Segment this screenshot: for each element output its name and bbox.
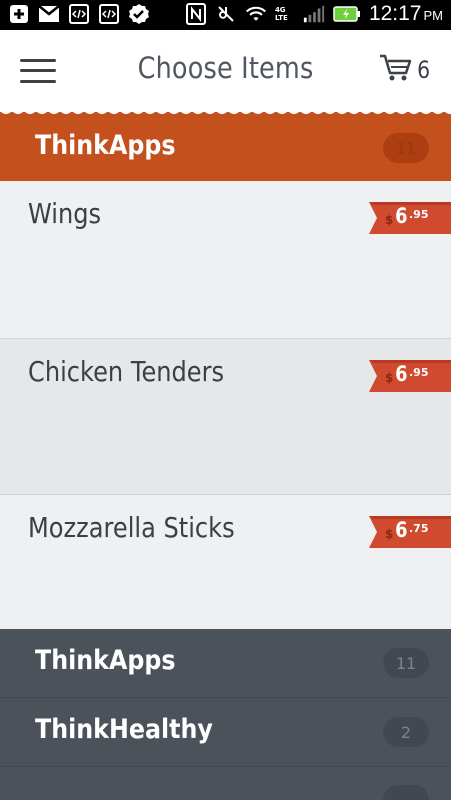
- section-count-badge: 2: [383, 717, 429, 747]
- price-tag: $ 6 .95: [369, 357, 451, 395]
- section-title: ThinkHealthy: [35, 714, 213, 745]
- section-count-badge: 11: [383, 133, 429, 163]
- menu-item[interactable]: Chicken Tenders $ 6 .95: [0, 339, 451, 495]
- app-header: Choose Items 6: [0, 30, 451, 114]
- page-title: Choose Items: [137, 51, 314, 85]
- item-name: Mozzarella Sticks: [28, 511, 235, 544]
- section-title: ThinkApps: [35, 130, 176, 161]
- menu-item[interactable]: Wings $ 6 .95: [0, 181, 451, 339]
- network-label: 4G LTE: [274, 6, 288, 22]
- section-header-active[interactable]: ThinkApps 11: [0, 112, 451, 181]
- signal-icon: [303, 4, 325, 24]
- cart-icon: [379, 53, 413, 87]
- cart-count: 6: [416, 56, 430, 84]
- item-name: Wings: [28, 197, 102, 230]
- section-count-badge: [383, 785, 429, 800]
- code-icon: [68, 4, 90, 24]
- wifi-icon: [245, 4, 267, 24]
- section-title: ThinkApps: [35, 645, 176, 676]
- clock: 12:17 PM: [368, 2, 443, 25]
- mute-icon: [215, 4, 237, 24]
- section-header[interactable]: ThinkApps 11: [0, 629, 451, 698]
- section-header[interactable]: ThinkHealthy 2: [0, 698, 451, 767]
- add-box-icon: [8, 4, 30, 24]
- battery-icon: [333, 4, 361, 24]
- gmail-icon: [38, 4, 60, 24]
- check-icon: [128, 4, 150, 24]
- item-name: Chicken Tenders: [28, 355, 225, 388]
- cart-button[interactable]: 6: [379, 52, 431, 88]
- nfc-icon: [185, 3, 207, 25]
- price-tag: $ 6 .95: [369, 199, 451, 237]
- section-count-badge: 11: [383, 648, 429, 678]
- price-tag: $ 6 .75: [369, 513, 451, 551]
- status-bar: 4G LTE 12:17 PM: [0, 0, 451, 30]
- menu-item[interactable]: Mozzarella Sticks $ 6 .75: [0, 495, 451, 629]
- code-icon: [98, 4, 120, 24]
- header-wave-edge: [0, 104, 451, 114]
- section-header[interactable]: [0, 767, 451, 800]
